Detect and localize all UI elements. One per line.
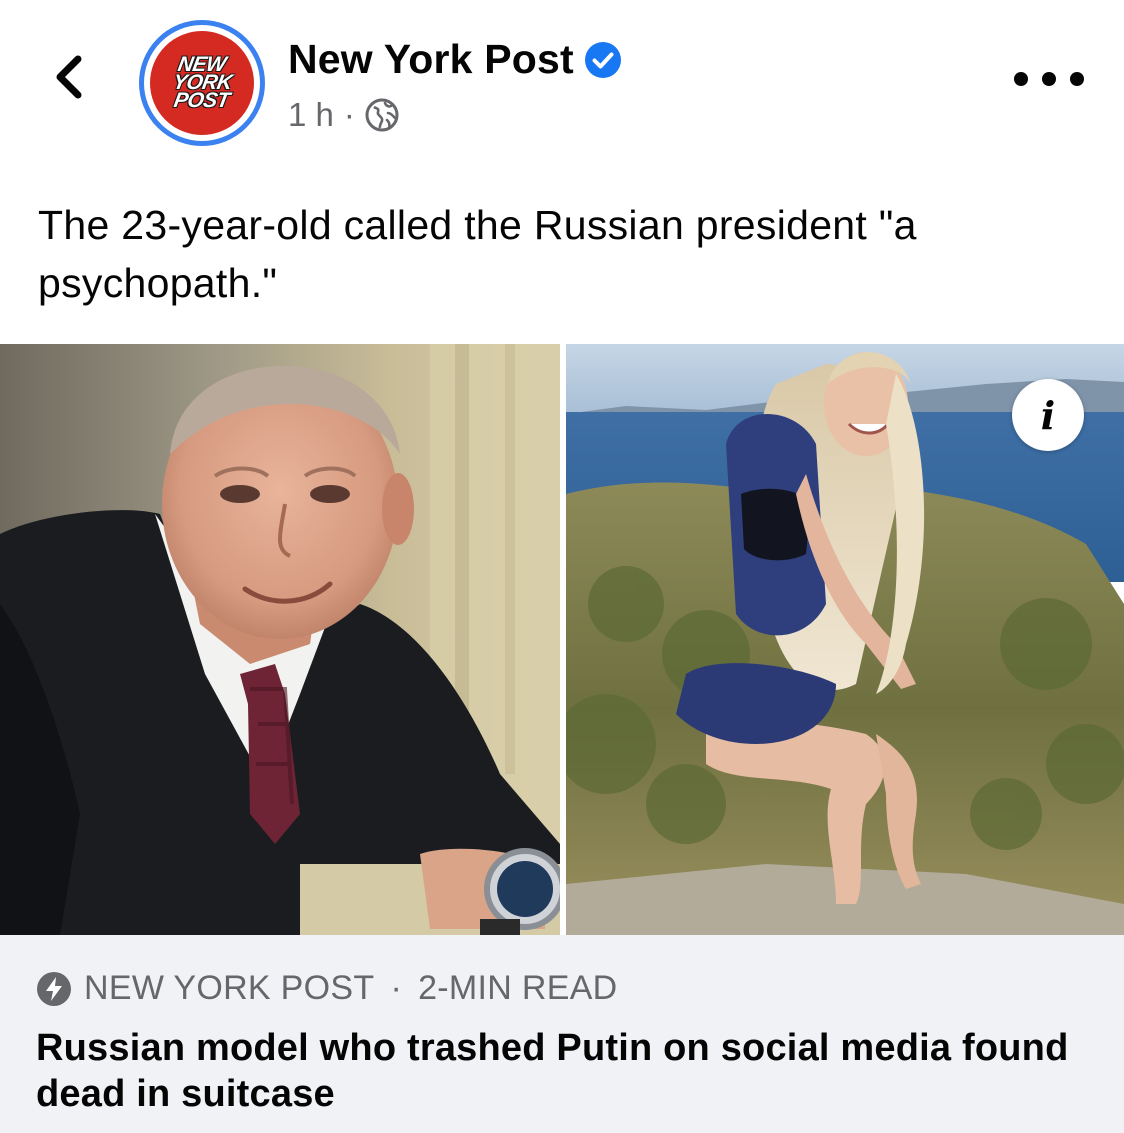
chevron-left-icon bbox=[56, 55, 82, 99]
instant-article-bolt-icon bbox=[37, 971, 71, 1006]
page-name-row: New York Post bbox=[288, 36, 622, 83]
link-source-row: NEW YORK POST · 2-MIN READ bbox=[36, 969, 618, 1008]
link-source-separator: · bbox=[390, 969, 403, 1007]
post-caption: The 23-year-old called the Russian presi… bbox=[38, 202, 917, 306]
link-preview[interactable]: NEW YORK POST · 2-MIN READ Russian model… bbox=[0, 935, 1124, 1133]
page-avatar[interactable]: NEW YORK POST bbox=[139, 20, 265, 146]
link-read-time: 2-MIN READ bbox=[418, 969, 618, 1007]
page-name[interactable]: New York Post bbox=[288, 36, 574, 83]
info-button[interactable]: i bbox=[1012, 379, 1084, 451]
more-dot bbox=[1070, 72, 1084, 86]
post-timestamp[interactable]: 1 h bbox=[288, 96, 334, 134]
facebook-post: NEW YORK POST New York Post 1 h · The 23… bbox=[0, 0, 1124, 1133]
photo-man-in-suit bbox=[0, 344, 560, 935]
verified-badge-icon bbox=[584, 41, 621, 78]
back-button[interactable] bbox=[44, 52, 94, 102]
logo-text-line: POST bbox=[172, 89, 232, 112]
meta-separator: · bbox=[343, 96, 355, 133]
link-headline[interactable]: Russian model who trashed Putin on socia… bbox=[36, 1025, 1096, 1117]
info-icon: i bbox=[1040, 392, 1056, 438]
link-source: NEW YORK POST bbox=[84, 969, 375, 1007]
post-meta: 1 h · bbox=[288, 96, 399, 134]
more-dot bbox=[1014, 72, 1028, 86]
post-image[interactable]: i bbox=[0, 344, 1124, 935]
globe-icon[interactable] bbox=[365, 98, 399, 132]
new-york-post-logo: NEW YORK POST bbox=[150, 31, 254, 135]
more-options-button[interactable] bbox=[1014, 64, 1084, 94]
more-dot bbox=[1042, 72, 1056, 86]
